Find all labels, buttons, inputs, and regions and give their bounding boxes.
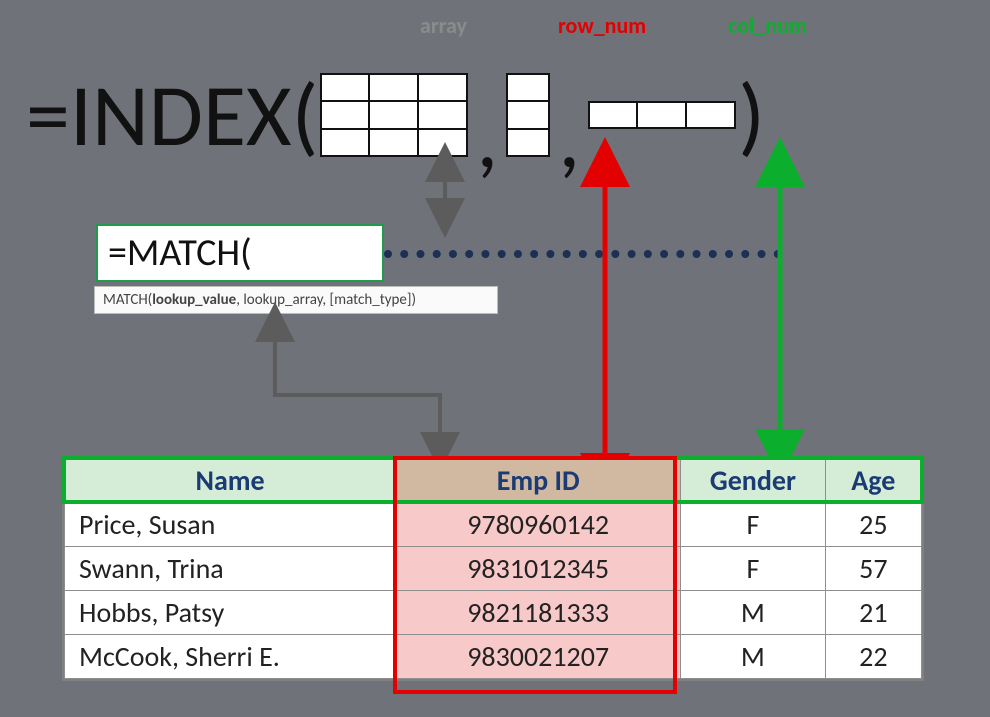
match-tooltip: MATCH(lookup_value, lookup_array, [match…	[94, 286, 498, 314]
cell-gender[interactable]: F	[681, 547, 826, 591]
data-table-frame: Name Emp ID Gender Age Price, Susan 9780…	[62, 456, 924, 681]
header-age[interactable]: Age	[825, 459, 921, 503]
tooltip-bold: lookup_value	[152, 291, 236, 309]
header-gender[interactable]: Gender	[681, 459, 826, 503]
cell-gender[interactable]: M	[681, 635, 826, 679]
rownum-grid-icon	[506, 73, 550, 157]
cell-age[interactable]: 22	[825, 635, 921, 679]
table-row: Hobbs, Patsy 9821181333 M 21	[65, 591, 922, 635]
table-row: Swann, Trina 9831012345 F 57	[65, 547, 922, 591]
cell-name[interactable]: McCook, Sherri E.	[65, 635, 396, 679]
cell-gender[interactable]: F	[681, 503, 826, 547]
table-row: McCook, Sherri E. 9830021207 M 22	[65, 635, 922, 679]
cell-name[interactable]: Price, Susan	[65, 503, 396, 547]
cell-empid[interactable]: 9780960142	[396, 503, 681, 547]
formula-close: )	[738, 61, 765, 169]
cell-gender[interactable]: M	[681, 591, 826, 635]
cell-empid[interactable]: 9830021207	[396, 635, 681, 679]
match-cell[interactable]: =MATCH(	[96, 224, 384, 282]
cell-age[interactable]: 21	[825, 591, 921, 635]
comma-1: ,	[470, 83, 504, 191]
cell-name[interactable]: Swann, Trina	[65, 547, 396, 591]
header-name[interactable]: Name	[65, 459, 396, 503]
index-formula: =INDEX( , , )	[26, 60, 765, 170]
cell-empid[interactable]: 9821181333	[396, 591, 681, 635]
dotted-connector	[384, 250, 782, 258]
table-header-row: Name Emp ID Gender Age	[65, 459, 922, 503]
tooltip-post: , lookup_array, [match_type])	[236, 291, 416, 309]
data-table: Name Emp ID Gender Age Price, Susan 9780…	[64, 458, 922, 679]
tooltip-pre: MATCH(	[103, 291, 152, 309]
table-row: Price, Susan 9780960142 F 25	[65, 503, 922, 547]
cell-age[interactable]: 25	[825, 503, 921, 547]
colnum-grid-icon	[588, 101, 736, 129]
arrow-match-to-table	[275, 322, 440, 452]
formula-prefix: =INDEX(	[26, 61, 318, 169]
match-block: =MATCH( MATCH(lookup_value, lookup_array…	[96, 224, 520, 314]
cell-empid[interactable]: 9831012345	[396, 547, 681, 591]
header-empid[interactable]: Emp ID	[396, 459, 681, 503]
arg-label-rownum: row_num	[558, 12, 646, 39]
arg-label-array: array	[420, 12, 467, 39]
array-grid-icon	[320, 73, 468, 157]
arg-label-colnum: col_num	[728, 12, 807, 39]
cell-age[interactable]: 57	[825, 547, 921, 591]
cell-name[interactable]: Hobbs, Patsy	[65, 591, 396, 635]
comma-2: ,	[552, 83, 586, 191]
